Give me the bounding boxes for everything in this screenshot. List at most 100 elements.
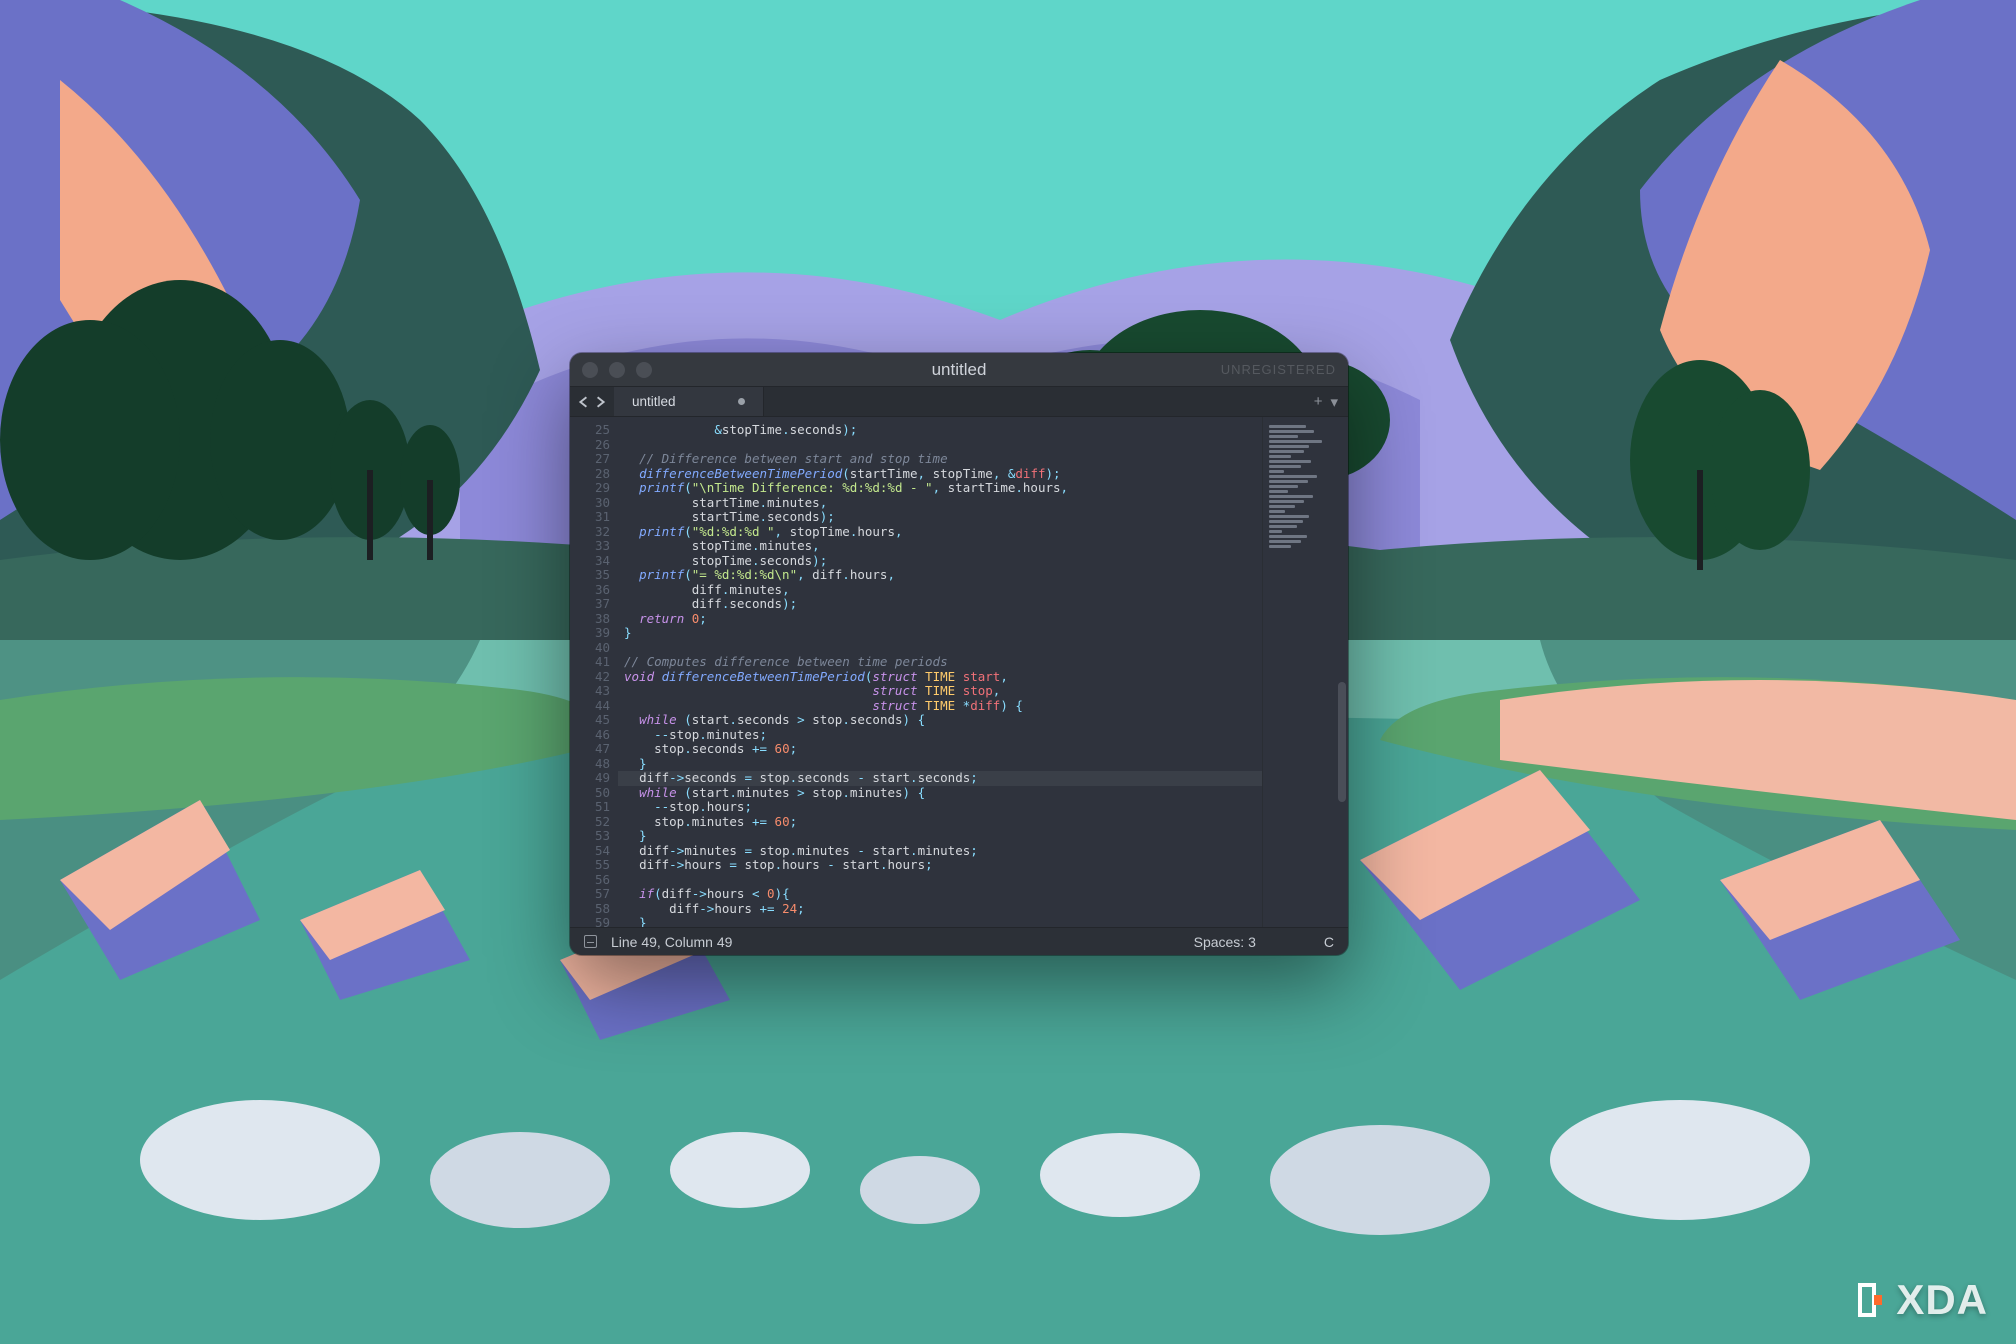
line-number: 36	[570, 583, 610, 598]
line-number: 50	[570, 786, 610, 801]
tabbar: untitled + ▾	[570, 387, 1348, 417]
tab-menu-icon[interactable]: ▾	[1330, 393, 1338, 411]
minimap-row	[1269, 470, 1284, 473]
new-tab-icon[interactable]: +	[1314, 393, 1323, 410]
minimap-row	[1269, 545, 1291, 548]
code-line[interactable]: printf("\nTime Difference: %d:%d:%d - ",…	[620, 481, 1262, 496]
editor-body: 2526272829303132333435363738394041424344…	[570, 417, 1348, 927]
line-number: 47	[570, 742, 610, 757]
line-number-gutter: 2526272829303132333435363738394041424344…	[570, 417, 618, 927]
code-line[interactable]: diff->hours += 24;	[620, 902, 1262, 917]
minimap[interactable]	[1262, 417, 1348, 927]
minimap-row	[1269, 440, 1322, 443]
code-line[interactable]: while (start.minutes > stop.minutes) {	[620, 786, 1262, 801]
code-line[interactable]: diff.minutes,	[620, 583, 1262, 598]
minimap-row	[1269, 430, 1314, 433]
tab-label: untitled	[632, 394, 676, 409]
code-line[interactable]: diff->seconds = stop.seconds - start.sec…	[618, 771, 1262, 786]
code-line[interactable]: struct TIME stop,	[620, 684, 1262, 699]
code-line[interactable]: }	[620, 626, 1262, 641]
minimap-row	[1269, 505, 1295, 508]
code-area[interactable]: &stopTime.seconds); // Difference betwee…	[618, 417, 1262, 927]
panel-switcher-icon[interactable]	[584, 935, 597, 948]
code-line[interactable]: // Difference between start and stop tim…	[620, 452, 1262, 467]
nav-back-icon[interactable]	[578, 396, 590, 408]
cursor-position[interactable]: Line 49, Column 49	[611, 934, 732, 950]
line-number: 30	[570, 496, 610, 511]
indentation-setting[interactable]: Spaces: 3	[1194, 934, 1256, 950]
line-number: 52	[570, 815, 610, 830]
code-line[interactable]	[620, 438, 1262, 453]
code-line[interactable]: printf("= %d:%d:%d\n", diff.hours,	[620, 568, 1262, 583]
code-line[interactable]: struct TIME *diff) {	[620, 699, 1262, 714]
line-number: 27	[570, 452, 610, 467]
scrollbar-thumb[interactable]	[1338, 682, 1346, 802]
code-line[interactable]	[620, 873, 1262, 888]
titlebar[interactable]: untitled UNREGISTERED	[570, 353, 1348, 387]
line-number: 48	[570, 757, 610, 772]
code-line[interactable]: stopTime.minutes,	[620, 539, 1262, 554]
minimap-row	[1269, 460, 1311, 463]
scrollbar-track[interactable]	[1338, 417, 1346, 927]
minimap-row	[1269, 495, 1313, 498]
code-line[interactable]: }	[620, 916, 1262, 927]
line-number: 26	[570, 438, 610, 453]
minimap-row	[1269, 450, 1304, 453]
code-line[interactable]	[620, 641, 1262, 656]
code-line[interactable]: printf("%d:%d:%d ", stopTime.hours,	[620, 525, 1262, 540]
code-line[interactable]: // Computes difference between time peri…	[620, 655, 1262, 670]
code-line[interactable]: startTime.minutes,	[620, 496, 1262, 511]
line-number: 40	[570, 641, 610, 656]
code-line[interactable]: diff->minutes = stop.minutes - start.min…	[620, 844, 1262, 859]
syntax-setting[interactable]: C	[1324, 934, 1334, 950]
line-number: 55	[570, 858, 610, 873]
line-number: 31	[570, 510, 610, 525]
minimap-row	[1269, 480, 1308, 483]
code-line[interactable]: startTime.seconds);	[620, 510, 1262, 525]
code-line[interactable]: &stopTime.seconds);	[620, 423, 1262, 438]
line-number: 44	[570, 699, 610, 714]
line-number: 25	[570, 423, 610, 438]
code-line[interactable]: stopTime.seconds);	[620, 554, 1262, 569]
code-line[interactable]: diff->hours = stop.hours - start.hours;	[620, 858, 1262, 873]
code-line[interactable]: }	[620, 829, 1262, 844]
line-number: 51	[570, 800, 610, 815]
minimap-row	[1269, 425, 1306, 428]
code-line[interactable]: return 0;	[620, 612, 1262, 627]
minimap-row	[1269, 515, 1309, 518]
code-line[interactable]: stop.minutes += 60;	[620, 815, 1262, 830]
minimap-row	[1269, 445, 1309, 448]
code-line[interactable]: --stop.hours;	[620, 800, 1262, 815]
line-number: 59	[570, 916, 610, 927]
minimap-row	[1269, 455, 1291, 458]
line-number: 32	[570, 525, 610, 540]
code-line[interactable]: }	[620, 757, 1262, 772]
line-number: 45	[570, 713, 610, 728]
nav-forward-icon[interactable]	[594, 396, 606, 408]
code-line[interactable]: if(diff->hours < 0){	[620, 887, 1262, 902]
line-number: 42	[570, 670, 610, 685]
minimap-row	[1269, 540, 1301, 543]
minimap-row	[1269, 475, 1317, 478]
watermark-text: XDA	[1896, 1276, 1988, 1324]
minimap-row	[1269, 530, 1282, 533]
minimap-row	[1269, 535, 1307, 538]
line-number: 35	[570, 568, 610, 583]
tab-untitled[interactable]: untitled	[614, 387, 764, 416]
minimap-row	[1269, 490, 1288, 493]
line-number: 43	[570, 684, 610, 699]
code-line[interactable]: differenceBetweenTimePeriod(startTime, s…	[620, 467, 1262, 482]
statusbar: Line 49, Column 49 Spaces: 3 C	[570, 927, 1348, 955]
code-line[interactable]: diff.seconds);	[620, 597, 1262, 612]
code-line[interactable]: while (start.seconds > stop.seconds) {	[620, 713, 1262, 728]
line-number: 49	[570, 771, 610, 786]
site-watermark: XDA	[1854, 1276, 1988, 1324]
code-line[interactable]: stop.seconds += 60;	[620, 742, 1262, 757]
line-number: 41	[570, 655, 610, 670]
line-number: 54	[570, 844, 610, 859]
dirty-dot-icon	[738, 398, 745, 405]
code-line[interactable]: --stop.minutes;	[620, 728, 1262, 743]
line-number: 28	[570, 467, 610, 482]
line-number: 33	[570, 539, 610, 554]
code-line[interactable]: void differenceBetweenTimePeriod(struct …	[620, 670, 1262, 685]
